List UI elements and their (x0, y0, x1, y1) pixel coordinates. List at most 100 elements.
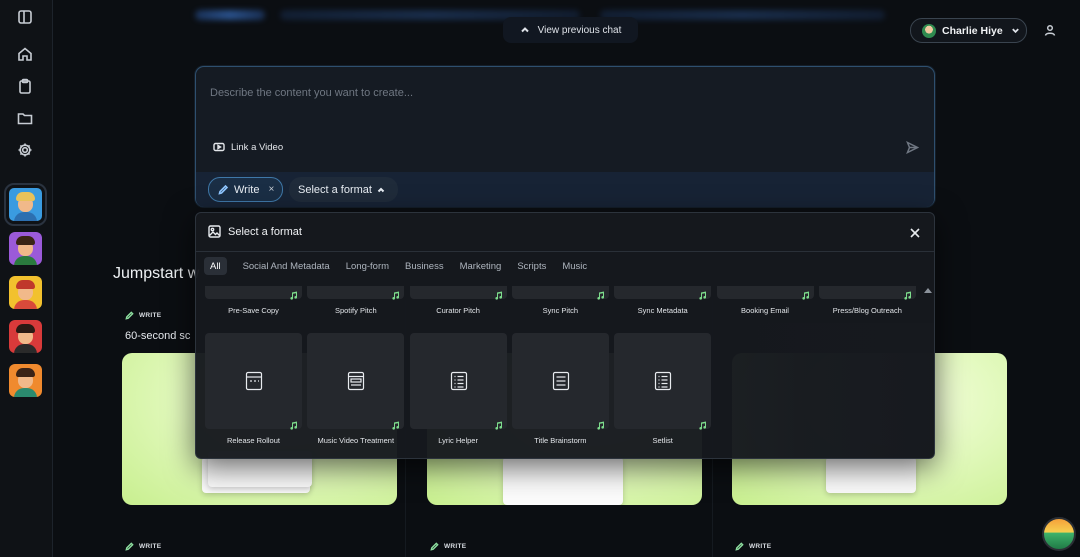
send-button[interactable] (906, 140, 922, 157)
format-tile-label: Title Brainstorm (534, 436, 587, 445)
close-icon (910, 228, 920, 238)
format-tile[interactable] (511, 286, 609, 300)
music-note-icon (494, 287, 503, 300)
music-note-icon (289, 287, 298, 300)
send-icon (906, 140, 920, 155)
format-tile[interactable] (511, 333, 609, 430)
music-note-icon (391, 287, 400, 300)
tab-scripts[interactable]: Scripts (513, 257, 550, 275)
composer: Link a Video Write × Select a format (195, 66, 935, 207)
view-previous-chat-button[interactable]: View previous chat (503, 17, 638, 43)
music-note-icon (391, 417, 400, 430)
gear-icon[interactable] (16, 141, 34, 159)
calendar-doc-icon (245, 371, 263, 391)
format-tile-label: Release Rollout (227, 436, 280, 445)
tab-social-and-metadata[interactable]: Social And Metadata (239, 257, 334, 275)
format-tile[interactable] (205, 333, 302, 430)
card-title: 60-second sc (125, 330, 191, 342)
format-tile-label: Curator Pitch (436, 306, 480, 315)
pencil-icon (430, 542, 439, 551)
music-note-icon (698, 417, 707, 430)
music-note-icon (903, 287, 912, 300)
format-tile-label: Sync Metadata (637, 306, 688, 315)
tab-marketing[interactable]: Marketing (456, 257, 506, 275)
pencil-icon (125, 311, 134, 320)
agent-avatar[interactable] (9, 364, 42, 397)
music-note-icon (596, 417, 605, 430)
agent-avatar[interactable] (9, 232, 42, 265)
pencil-icon (125, 542, 134, 551)
sidebar (0, 0, 53, 557)
tab-business[interactable]: Business (401, 257, 448, 275)
agent-avatar[interactable] (9, 320, 42, 353)
list-doc-icon (450, 371, 468, 391)
scroll-up-arrow[interactable] (924, 288, 932, 293)
divider (196, 251, 934, 252)
content-description-input[interactable] (210, 83, 910, 103)
music-note-icon (698, 287, 707, 300)
select-format-label: Select a format (298, 183, 372, 196)
tab-music[interactable]: Music (558, 257, 591, 275)
agent-avatar[interactable] (4, 183, 47, 226)
chevron-up-icon (377, 187, 385, 192)
format-tile-label: Press/Blog Outreach (832, 306, 902, 315)
pencil-icon (735, 542, 744, 551)
card-tag: WRITE (735, 542, 771, 551)
select-format-dropdown[interactable]: Select a format (289, 177, 398, 202)
user-menu-button[interactable]: Charlie Hiye (910, 18, 1027, 43)
format-tile[interactable] (614, 333, 712, 430)
blurred-header-2 (600, 10, 885, 20)
format-tile[interactable] (307, 333, 405, 430)
preview-paper (503, 457, 623, 505)
clipboard-icon[interactable] (16, 77, 34, 95)
profile-button[interactable] (1040, 20, 1060, 40)
format-category-tabs: All Social And Metadata Long-form Business M… (204, 257, 591, 275)
user-avatar (922, 23, 936, 38)
fade-overlay (716, 323, 934, 458)
format-tile[interactable] (716, 286, 814, 300)
format-tile[interactable] (614, 286, 712, 300)
music-note-icon (289, 417, 298, 430)
format-tile-label: Setlist (652, 436, 673, 445)
home-icon[interactable] (16, 45, 34, 63)
folder-icon[interactable] (16, 109, 34, 127)
assistant-badge[interactable] (1042, 517, 1076, 551)
blurred-title (195, 10, 265, 20)
user-name: Charlie Hiye (942, 24, 1003, 37)
card-tag: WRITE (430, 542, 466, 551)
card-tag: WRITE (125, 542, 161, 551)
lines-doc-icon (552, 371, 570, 391)
card-tag: WRITE (125, 311, 161, 320)
format-tile[interactable] (307, 286, 405, 300)
remove-chip-button[interactable]: × (268, 184, 274, 195)
format-tile[interactable] (205, 286, 302, 300)
pencil-icon (218, 184, 229, 195)
format-tile[interactable] (409, 333, 507, 430)
list-doc-icon (654, 371, 672, 391)
format-tile-label: Booking Email (741, 306, 789, 315)
image-icon (208, 225, 221, 238)
format-tile[interactable] (409, 286, 507, 300)
sidebar-toggle-icon[interactable] (16, 8, 34, 26)
person-icon (1044, 24, 1056, 36)
tab-long-form[interactable]: Long-form (342, 257, 393, 275)
close-panel-button[interactable] (909, 226, 923, 240)
layout-doc-icon (347, 371, 365, 391)
write-mode-chip[interactable]: Write × (208, 177, 283, 202)
link-video-button[interactable]: Link a Video (213, 141, 283, 153)
chevron-down-icon (1011, 28, 1019, 34)
format-tile[interactable] (818, 286, 916, 300)
tab-all[interactable]: All (204, 257, 227, 275)
write-chip-label: Write (234, 183, 260, 196)
music-note-icon (596, 287, 605, 300)
format-tile-label: Music Video Treatment (317, 436, 395, 445)
agent-avatar[interactable] (9, 276, 42, 309)
format-tile-label: Pre-Save Copy (228, 306, 279, 315)
format-tile-label: Sync Pitch (542, 306, 579, 315)
format-tile-label: Lyric Helper (438, 436, 478, 445)
link-video-label: Link a Video (231, 141, 284, 153)
panel-title: Select a format (228, 225, 302, 238)
jumpstart-heading: Jumpstart w (113, 265, 200, 282)
video-icon (213, 142, 225, 152)
music-note-icon (494, 417, 503, 430)
